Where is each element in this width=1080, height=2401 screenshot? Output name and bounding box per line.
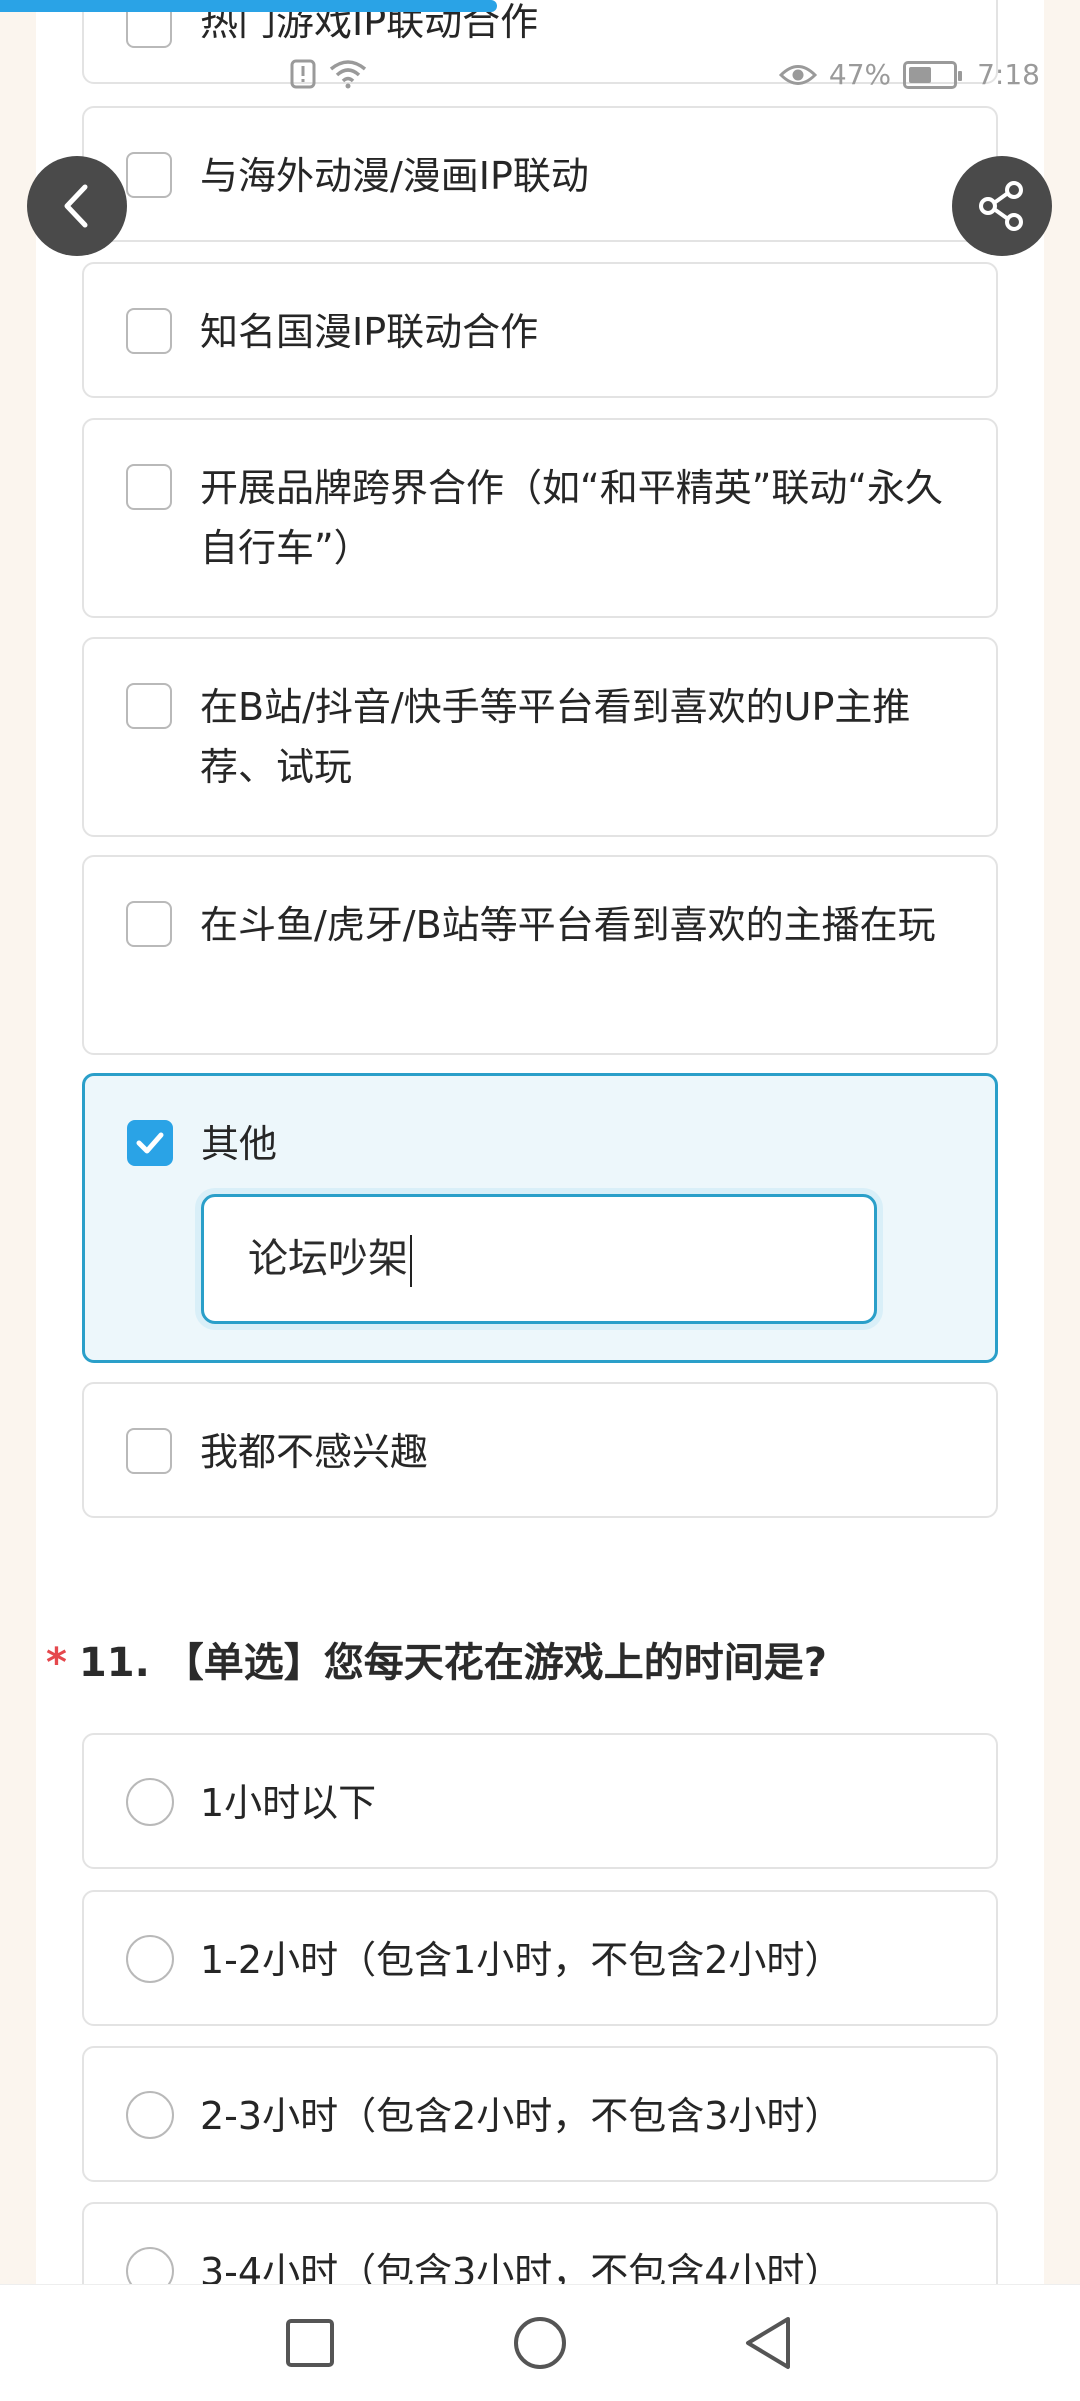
radio-button[interactable]	[126, 2091, 174, 2139]
clock-time: 7:18	[977, 58, 1040, 91]
back-button[interactable]	[27, 156, 127, 256]
option-up-recommend[interactable]: 在B站/抖音/快手等平台看到喜欢的UP主推荐、试玩	[82, 637, 998, 837]
home-icon[interactable]	[512, 2315, 568, 2371]
radio-option-3-4h[interactable]: 3-4小时（包含3小时，不包含4小时）	[82, 2202, 998, 2284]
radio-option-2-3h[interactable]: 2-3小时（包含2小时，不包含3小时）	[82, 2046, 998, 2182]
battery-percent: 47%	[828, 58, 892, 91]
radio-option-under-1h[interactable]: 1小时以下	[82, 1733, 998, 1869]
option-label: 3-4小时（包含3小时，不包含4小时）	[200, 2250, 843, 2284]
option-label: 知名国漫IP联动合作	[200, 310, 539, 354]
check-icon	[136, 1132, 164, 1154]
other-text-input[interactable]: 论坛吵架	[201, 1194, 877, 1324]
recent-apps-icon[interactable]	[284, 2317, 336, 2369]
required-mark: *	[46, 1640, 67, 1686]
option-label: 我都不感兴趣	[200, 1430, 429, 1474]
text-caret	[410, 1235, 412, 1287]
option-brand-crossover[interactable]: 开展品牌跨界合作（如“和平精英”联动“永久自行车”）	[82, 418, 998, 618]
chevron-left-icon	[64, 184, 88, 228]
question-text: 11. 【单选】您每天花在游戏上的时间是?	[78, 1640, 827, 1686]
option-not-interested[interactable]: 我都不感兴趣	[82, 1382, 998, 1518]
checkbox[interactable]	[126, 1428, 172, 1474]
back-nav-icon[interactable]	[742, 2315, 794, 2371]
option-label: 其他	[201, 1122, 278, 1166]
option-other[interactable]: 其他 论坛吵架	[82, 1073, 998, 1363]
checkbox[interactable]	[126, 308, 172, 354]
status-bar: 47% 7:18	[0, 52, 1080, 108]
checkbox[interactable]	[126, 901, 172, 947]
radio-option-1-2h[interactable]: 1-2小时（包含1小时，不包含2小时）	[82, 1890, 998, 2026]
checkbox[interactable]	[126, 152, 172, 198]
question-11-title: * 11. 【单选】您每天花在游戏上的时间是?	[46, 1630, 827, 1688]
option-label: 开展品牌跨界合作（如“和平精英”联动“永久自行车”）	[200, 466, 944, 570]
battery-icon	[903, 60, 963, 89]
option-label: 1小时以下	[200, 1781, 377, 1825]
option-domestic-anime-ip[interactable]: 知名国漫IP联动合作	[82, 262, 998, 398]
radio-button[interactable]	[126, 1935, 174, 1983]
checkbox[interactable]	[126, 683, 172, 729]
option-overseas-anime-ip[interactable]: 与海外动漫/漫画IP联动	[82, 106, 998, 242]
checkbox-checked[interactable]	[127, 1120, 173, 1166]
radio-button[interactable]	[126, 1778, 174, 1826]
option-label: 与海外动漫/漫画IP联动	[200, 154, 589, 198]
survey-page: 热门游戏IP联动合作 与海外动漫/漫画IP联动 知名国漫IP联动合作 开展品牌跨…	[36, 0, 1044, 2284]
share-icon	[979, 181, 1023, 231]
option-label: 在B站/抖音/快手等平台看到喜欢的UP主推荐、试玩	[200, 685, 911, 789]
eye-icon	[778, 64, 817, 85]
checkbox[interactable]	[126, 464, 172, 510]
system-navigation-bar	[0, 2284, 1080, 2401]
option-label: 1-2小时（包含1小时，不包含2小时）	[200, 1938, 843, 1982]
option-streamer-playing[interactable]: 在斗鱼/虎牙/B站等平台看到喜欢的主播在玩	[82, 855, 998, 1055]
wifi-icon	[329, 60, 367, 89]
survey-progress-bar	[0, 0, 497, 12]
alert-icon	[290, 59, 316, 89]
other-input-value: 论坛吵架	[248, 1236, 408, 1282]
share-button[interactable]	[952, 156, 1052, 256]
radio-button[interactable]	[126, 2247, 174, 2284]
option-label: 2-3小时（包含2小时，不包含3小时）	[200, 2094, 843, 2138]
option-label: 在斗鱼/虎牙/B站等平台看到喜欢的主播在玩	[200, 903, 936, 947]
